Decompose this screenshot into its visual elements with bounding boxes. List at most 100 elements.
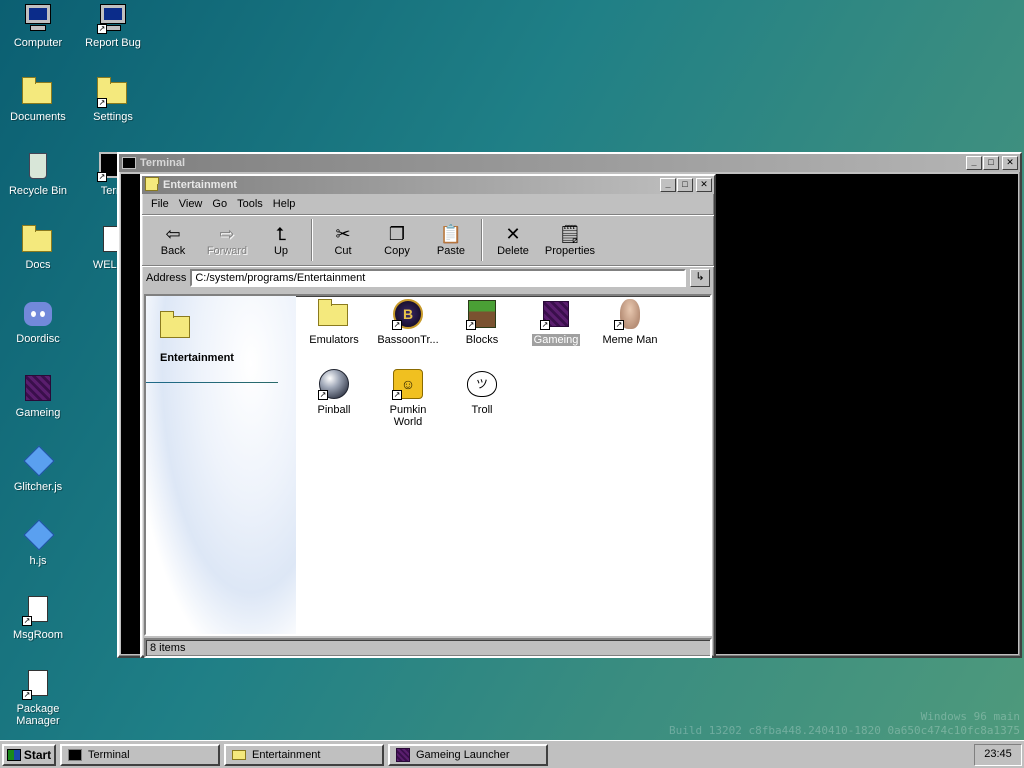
desktop-icon-label: Glitcher.js bbox=[13, 481, 63, 493]
minimize-button[interactable]: _ bbox=[660, 178, 676, 192]
go-button[interactable]: ↳ bbox=[690, 269, 710, 287]
start-button[interactable]: Start bbox=[2, 743, 56, 766]
menu-file[interactable]: File bbox=[146, 198, 174, 210]
system-tray-clock[interactable]: 23:45 bbox=[974, 744, 1022, 766]
desktop-icon-settings[interactable]: ↗ Settings bbox=[76, 76, 150, 123]
settings-folder-icon: ↗ bbox=[97, 76, 129, 108]
file-item-gameing[interactable]: ↗ Gameing bbox=[519, 298, 593, 346]
file-item-pinball[interactable]: ↗ Pinball bbox=[297, 368, 371, 416]
file-item-label: Emulators bbox=[309, 334, 359, 346]
shortcut-arrow-icon: ↗ bbox=[392, 320, 402, 330]
menu-view[interactable]: View bbox=[174, 198, 208, 210]
desktop-icon-recycle-bin[interactable]: Recycle Bin bbox=[1, 150, 75, 197]
desktop-icon-label: h.js bbox=[29, 555, 47, 567]
back-label: Back bbox=[160, 245, 186, 257]
computer-icon: ↗ bbox=[97, 2, 129, 34]
diamond-icon bbox=[22, 445, 55, 478]
desktop-icon-glitcher[interactable]: Glitcher.js bbox=[1, 445, 75, 493]
toolbar-separator bbox=[311, 219, 313, 261]
desktop-icon-gameing[interactable]: Gameing bbox=[1, 372, 75, 419]
maximize-button[interactable]: □ bbox=[983, 156, 999, 170]
shortcut-arrow-icon: ↗ bbox=[97, 172, 107, 182]
shortcut-arrow-icon: ↗ bbox=[466, 320, 476, 330]
file-item-blocks[interactable]: ↗ Blocks bbox=[445, 298, 519, 346]
paste-label: Paste bbox=[436, 245, 466, 257]
desktop-icon-label: Recycle Bin bbox=[8, 185, 68, 197]
side-pane-divider bbox=[146, 382, 278, 383]
file-item-pumkin-world[interactable]: ☺ ↗ Pumkin World bbox=[371, 368, 445, 428]
file-view[interactable]: Entertainment Emulators B ↗ BassoonTr...… bbox=[144, 294, 712, 636]
terminal-icon bbox=[68, 748, 82, 761]
address-input[interactable] bbox=[190, 269, 686, 287]
delete-button[interactable]: ✕ Delete bbox=[486, 217, 540, 257]
properties-button[interactable]: 🗒 Properties bbox=[540, 217, 600, 257]
terminal-title: Terminal bbox=[140, 157, 186, 169]
file-item-label: Troll bbox=[471, 404, 493, 416]
taskbar: Start Terminal Entertainment Gameing Lau… bbox=[0, 740, 1024, 768]
explorer-title: Entertainment bbox=[163, 179, 237, 191]
file-item-label: Gameing bbox=[531, 334, 581, 346]
back-button[interactable]: ⇦ Back bbox=[146, 217, 200, 257]
cube-icon bbox=[22, 372, 54, 404]
file-item-meme-man[interactable]: ↗ Meme Man bbox=[593, 298, 667, 346]
desktop-icon-label: Report Bug bbox=[85, 37, 141, 49]
desktop-icon-doordisc[interactable]: Doordisc bbox=[1, 298, 75, 345]
taskbar-item-gameing-launcher[interactable]: Gameing Launcher bbox=[388, 743, 548, 766]
maximize-button[interactable]: □ bbox=[677, 178, 693, 192]
file-item-label: Pumkin World bbox=[389, 404, 427, 428]
desktop-icon-hjs[interactable]: h.js bbox=[1, 519, 75, 567]
desktop-icon-label: Package Manager bbox=[16, 703, 60, 727]
package-icon: ↗ bbox=[22, 668, 54, 700]
cube-icon bbox=[396, 747, 410, 762]
shortcut-arrow-icon: ↗ bbox=[540, 320, 550, 330]
file-item-label: Meme Man bbox=[602, 334, 658, 346]
cut-button[interactable]: ✂ Cut bbox=[316, 217, 370, 257]
forward-button[interactable]: ⇨ Forward bbox=[200, 217, 254, 257]
desktop-icon-computer[interactable]: Computer bbox=[1, 2, 75, 49]
taskbar-item-entertainment[interactable]: Entertainment bbox=[224, 743, 384, 766]
desktop-icon-label: Gameing bbox=[15, 407, 61, 419]
desktop-icon-label: Documents bbox=[10, 111, 66, 123]
file-item-emulators[interactable]: Emulators bbox=[297, 298, 371, 346]
up-button[interactable]: ⮤ Up bbox=[254, 217, 308, 257]
desktop-icon-documents[interactable]: Documents bbox=[1, 76, 75, 123]
file-item-troll[interactable]: ツ Troll bbox=[445, 368, 519, 416]
grass-block-icon: ↗ bbox=[466, 298, 498, 330]
desktop-icon-package-manager[interactable]: ↗ Package Manager bbox=[1, 668, 75, 727]
file-item-bassoontracker[interactable]: B ↗ BassoonTr... bbox=[371, 298, 445, 346]
taskbar-item-terminal[interactable]: Terminal bbox=[60, 743, 220, 766]
paste-button[interactable]: 📋 Paste bbox=[424, 217, 478, 257]
computer-icon bbox=[22, 2, 54, 34]
explorer-window[interactable]: Entertainment _ □ ✕ File View Go Tools H… bbox=[140, 174, 716, 658]
properties-icon: 🗒 bbox=[558, 224, 582, 244]
clipboard-icon: 📋 bbox=[439, 224, 463, 244]
go-arrow-icon: ↳ bbox=[695, 271, 705, 283]
explorer-titlebar[interactable]: Entertainment _ □ ✕ bbox=[142, 176, 714, 194]
desktop-icon-report-bug[interactable]: ↗ Report Bug bbox=[76, 2, 150, 49]
address-bar: Address ↳ bbox=[142, 266, 714, 290]
shortcut-arrow-icon: ↗ bbox=[97, 98, 107, 108]
close-button[interactable]: ✕ bbox=[1002, 156, 1018, 170]
meme-man-icon: ↗ bbox=[614, 298, 646, 330]
close-button[interactable]: ✕ bbox=[696, 178, 712, 192]
menu-help[interactable]: Help bbox=[268, 198, 301, 210]
toolbar: ⇦ Back ⇨ Forward ⮤ Up ✂ Cut ❐ Copy 📋 Pas… bbox=[142, 214, 714, 266]
terminal-titlebar[interactable]: Terminal _ □ ✕ bbox=[119, 154, 1020, 172]
up-folder-icon: ⮤ bbox=[275, 224, 287, 244]
taskbar-item-label: Gameing Launcher bbox=[416, 748, 510, 761]
cut-label: Cut bbox=[334, 245, 352, 257]
copy-label: Copy bbox=[384, 245, 410, 257]
menu-go[interactable]: Go bbox=[207, 198, 232, 210]
scissors-icon: ✂ bbox=[335, 224, 351, 244]
desktop-icon-msgroom[interactable]: ↗ MsgRoom bbox=[1, 594, 75, 641]
desktop-icon-docs[interactable]: Docs bbox=[1, 224, 75, 271]
build-watermark-line2: Build 13202 c8fba448.240410-1820 0a650c4… bbox=[669, 724, 1020, 737]
shortcut-arrow-icon: ↗ bbox=[614, 320, 624, 330]
minimize-button[interactable]: _ bbox=[966, 156, 982, 170]
menu-tools[interactable]: Tools bbox=[232, 198, 268, 210]
shortcut-arrow-icon: ↗ bbox=[97, 24, 107, 34]
desktop-icon-label: Docs bbox=[25, 259, 51, 271]
folder-icon bbox=[318, 298, 350, 330]
copy-button[interactable]: ❐ Copy bbox=[370, 217, 424, 257]
folder-icon bbox=[232, 749, 246, 760]
